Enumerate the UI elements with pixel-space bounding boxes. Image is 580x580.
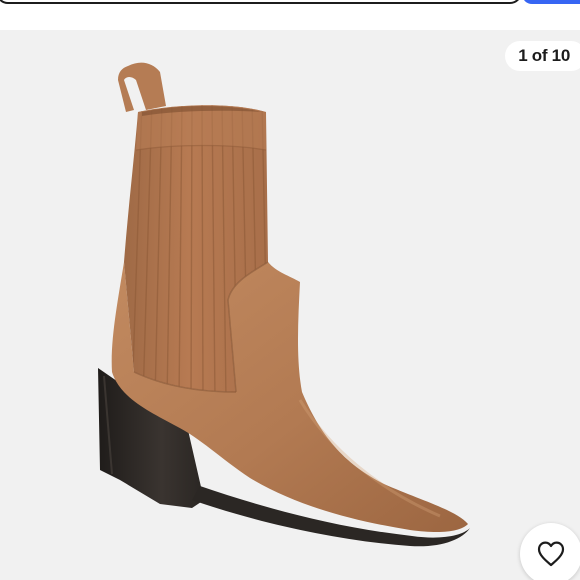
search-button[interactable] bbox=[522, 0, 580, 4]
product-image[interactable] bbox=[0, 30, 580, 580]
listing-page: 1 of 10 bbox=[0, 0, 580, 580]
image-counter: 1 of 10 bbox=[505, 41, 580, 71]
image-gallery[interactable]: 1 of 10 bbox=[0, 30, 580, 580]
search-bar bbox=[0, 0, 580, 30]
search-input[interactable] bbox=[0, 0, 522, 4]
pull-tab bbox=[118, 62, 166, 112]
heart-icon bbox=[537, 541, 565, 567]
watch-button[interactable] bbox=[520, 523, 580, 580]
